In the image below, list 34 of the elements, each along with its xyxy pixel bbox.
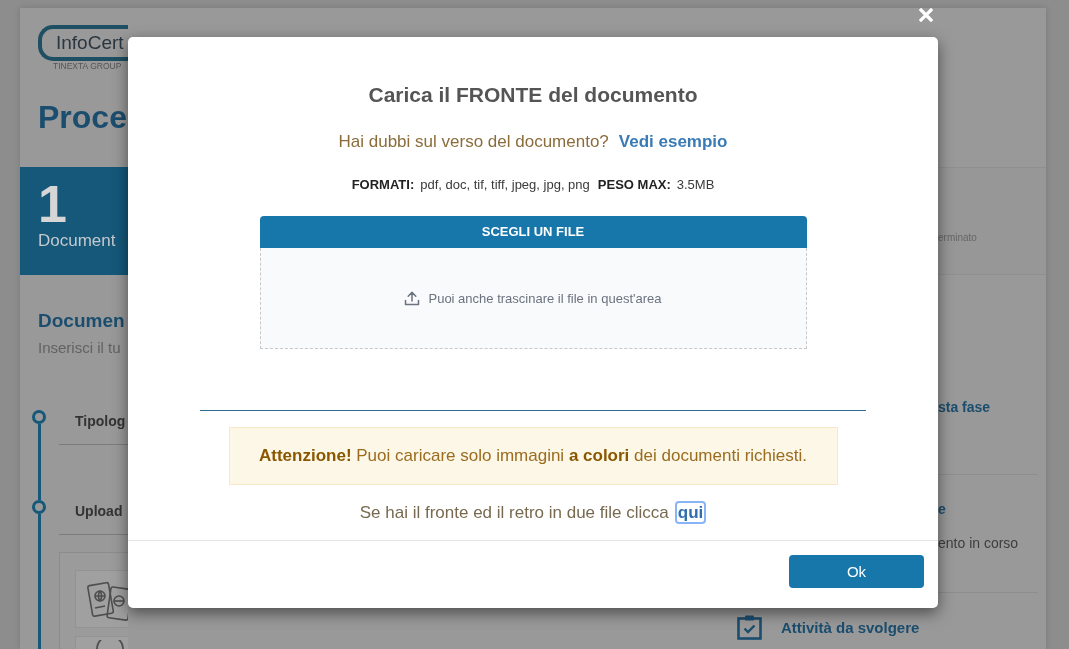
warning-alert: Attenzione! Puoi caricare solo immagini a colori dei documenti richiesti. (228, 427, 838, 485)
timeline-step-label[interactable]: Upload (75, 503, 123, 519)
file-info-label: FORMATI: (351, 176, 415, 194)
panel-text: ento in corso (938, 534, 1020, 552)
example-link[interactable]: Vedi esempio (618, 132, 728, 151)
file-info-value: pdf, doc, tif, tiff, jpeg, jpg, png (420, 176, 590, 194)
close-button[interactable] (919, 8, 933, 22)
close-icon (919, 8, 933, 22)
choose-file-button[interactable]: SCEGLI UN FILE (259, 216, 807, 248)
tasks-link[interactable]: Attività da svolgere (737, 615, 920, 640)
dialog-title: Carica il FRONTE del documento (367, 83, 699, 107)
timeline-step-label[interactable]: Tipolog (75, 413, 126, 429)
page-title: Proce (38, 99, 128, 135)
drop-zone[interactable]: Puoi anche trascinare il file in quest'area (259, 248, 807, 349)
timeline-dot-icon (32, 410, 46, 424)
split-files-link[interactable]: qui (674, 501, 707, 524)
logo-tagline: TINEXTA GROUP (53, 61, 123, 71)
option-card[interactable] (75, 570, 128, 628)
split-files-text: Se hai il fronte ed il retro in due file clicca (359, 503, 669, 522)
upload-icon (404, 290, 421, 306)
process-step[interactable]: 1 Document (20, 167, 128, 275)
timeline-dot-icon (32, 500, 46, 514)
step-label: Document (38, 231, 117, 251)
clipboard-check-icon (737, 615, 762, 640)
panel-title: sta fase (938, 398, 992, 416)
file-info-label: PESO MAX: (597, 176, 671, 194)
passport-icon (87, 579, 128, 623)
file-info-value: 3.5MB (676, 176, 715, 194)
ok-button[interactable]: Ok (789, 555, 924, 588)
help-text: Hai dubbi sul verso del documento? (338, 132, 609, 151)
panel-title: e (938, 500, 947, 518)
drop-hint: Puoi anche trascinare il file in quest'area (428, 290, 662, 306)
section-title: Documen (38, 310, 126, 332)
step-number: 1 (38, 178, 68, 230)
